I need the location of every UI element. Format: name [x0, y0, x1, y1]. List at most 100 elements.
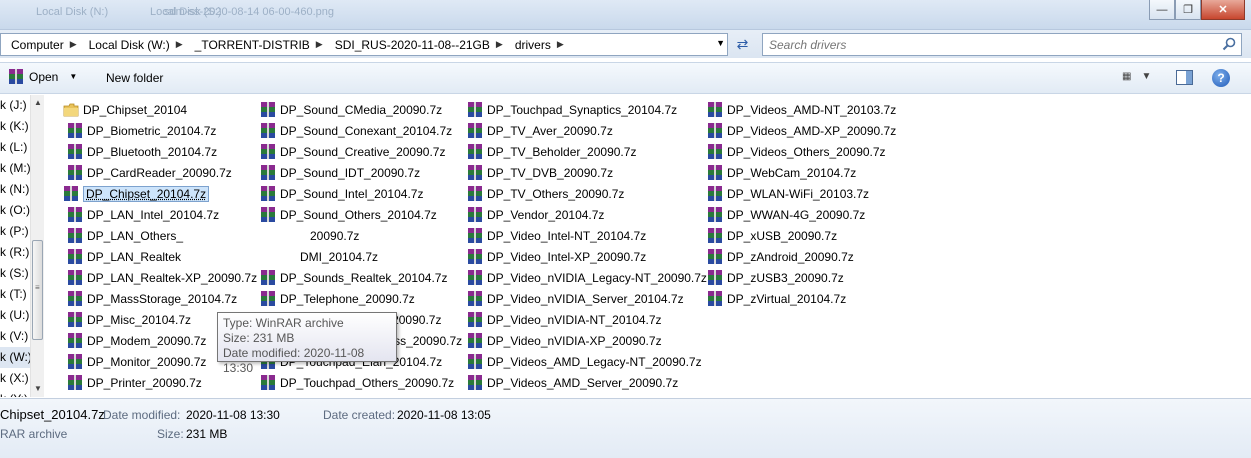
file-item[interactable]: DP_LAN_Intel_20104.7z: [67, 205, 219, 224]
preview-pane-button[interactable]: [1176, 70, 1193, 85]
address-dropdown-icon[interactable]: ▼: [716, 38, 725, 48]
file-item[interactable]: DP_Sound_Others_20104.7z: [260, 205, 437, 224]
file-item[interactable]: DP_LAN_Realtek: [67, 247, 181, 266]
chevron-right-icon[interactable]: ▶: [555, 39, 566, 50]
restore-icon: ❐: [1183, 4, 1193, 16]
chevron-right-icon[interactable]: ▶: [174, 39, 185, 50]
file-item[interactable]: DP_Video_nVIDIA-XP_20090.7z: [467, 331, 662, 350]
minimize-button[interactable]: —: [1149, 0, 1175, 20]
nav-drive-p[interactable]: k (P:): [0, 221, 30, 242]
file-item[interactable]: DP_TV_DVB_20090.7z: [467, 163, 613, 182]
breadcrumb-computer[interactable]: Computer: [1, 38, 68, 52]
file-item[interactable]: DP_Sound_CMedia_20090.7z: [260, 100, 442, 119]
file-item[interactable]: DP_MassStorage_20104.7z: [67, 289, 237, 308]
nav-drive-n[interactable]: k (N:): [0, 179, 30, 200]
file-item[interactable]: DP_WWAN-4G_20090.7z: [707, 205, 865, 224]
file-item[interactable]: DP_TV_Beholder_20090.7z: [467, 142, 636, 161]
chevron-right-icon[interactable]: ▶: [314, 39, 325, 50]
close-button[interactable]: ✕: [1201, 0, 1245, 20]
file-item[interactable]: DP_Video_Intel-NT_20104.7z: [467, 226, 646, 245]
file-item[interactable]: DP_Video_nVIDIA_Legacy-NT_20090.7z: [467, 268, 707, 287]
nav-drive-k[interactable]: k (K:): [0, 116, 30, 137]
file-item[interactable]: DP_Sound_Conexant_20104.7z: [260, 121, 452, 140]
winrar-icon: [9, 69, 23, 84]
winrar-icon: [261, 144, 275, 159]
winrar-icon: [261, 165, 275, 180]
refresh-button[interactable]: ⇄: [731, 34, 754, 55]
file-item-selected[interactable]: DP_Chipset_20104.7z: [63, 184, 210, 203]
file-item[interactable]: DP_Videos_Others_20090.7z: [707, 142, 886, 161]
file-item[interactable]: 20090.7z: [310, 226, 359, 245]
nav-drive-o[interactable]: k (O:): [0, 200, 30, 221]
file-item[interactable]: DP_CardReader_20090.7z: [67, 163, 232, 182]
file-item[interactable]: DP_Misc_20104.7z: [67, 310, 191, 329]
winrar-icon: [68, 312, 82, 327]
file-item[interactable]: DP_WLAN-WiFi_20103.7z: [707, 184, 869, 203]
help-button[interactable]: ?: [1212, 69, 1230, 87]
breadcrumb-local-disk[interactable]: Local Disk (W:): [79, 38, 174, 52]
file-item[interactable]: DP_Monitor_20090.7z: [67, 352, 206, 371]
breadcrumb-drivers[interactable]: drivers: [505, 38, 555, 52]
scrollbar-thumb[interactable]: ≡: [32, 240, 43, 340]
file-item[interactable]: DP_Biometric_20104.7z: [67, 121, 216, 140]
nav-drive-r[interactable]: k (R:): [0, 242, 30, 263]
file-item[interactable]: DP_Sound_Intel_20104.7z: [260, 184, 423, 203]
file-item[interactable]: DP_Videos_AMD-XP_20090.7z: [707, 121, 896, 140]
file-item[interactable]: DP_Sound_Creative_20090.7z: [260, 142, 445, 161]
chevron-down-icon[interactable]: ▼: [69, 72, 77, 81]
file-item[interactable]: DP_Videos_AMD_Server_20090.7z: [467, 373, 678, 392]
file-item[interactable]: DP_zAndroid_20090.7z: [707, 247, 854, 266]
new-folder-button[interactable]: New folder: [106, 71, 163, 85]
folder-item[interactable]: DP_Chipset_20104: [63, 100, 187, 119]
nav-drive-j[interactable]: k (J:): [0, 95, 30, 116]
scroll-down-icon[interactable]: ▼: [34, 384, 42, 393]
file-item[interactable]: DP_Video_nVIDIA-NT_20104.7z: [467, 310, 662, 329]
nav-drive-w[interactable]: k (W:): [0, 347, 30, 368]
file-item[interactable]: DP_Bluetooth_20104.7z: [67, 142, 217, 161]
file-item[interactable]: DP_Telephone_20090.7z: [260, 289, 415, 308]
file-item[interactable]: DP_Video_nVIDIA_Server_20104.7z: [467, 289, 684, 308]
nav-drive-u[interactable]: k (U:): [0, 305, 30, 326]
address-bar[interactable]: Computer ▶ Local Disk (W:) ▶ _TORRENT-DI…: [0, 33, 728, 56]
nav-drive-s[interactable]: k (S:): [0, 263, 30, 284]
chevron-right-icon[interactable]: ▶: [494, 39, 505, 50]
scroll-up-icon[interactable]: ▲: [34, 98, 42, 107]
file-item[interactable]: DP_Videos_AMD_Legacy-NT_20090.7z: [467, 352, 702, 371]
search-icon[interactable]: [1222, 37, 1236, 51]
nav-drive-l[interactable]: k (L:): [0, 137, 30, 158]
file-item[interactable]: DP_zUSB3_20090.7z: [707, 268, 844, 287]
file-item[interactable]: DP_Touchpad_Synaptics_20104.7z: [467, 100, 677, 119]
winrar-icon: [261, 123, 275, 138]
file-item[interactable]: DP_LAN_Others_: [67, 226, 183, 245]
nav-drive-x[interactable]: k (X:): [0, 368, 30, 389]
breadcrumb-torrent-distrib[interactable]: _TORRENT-DISTRIB: [185, 38, 314, 52]
nav-scrollbar[interactable]: ▲ ≡ ▼: [30, 95, 44, 397]
nav-drive-y[interactable]: k (Y:): [0, 389, 30, 397]
file-item[interactable]: DP_Videos_AMD-NT_20103.7z: [707, 100, 896, 119]
file-item[interactable]: DP_TV_Others_20090.7z: [467, 184, 624, 203]
open-button[interactable]: Open ▼: [8, 69, 77, 84]
nav-drive-t[interactable]: k (T:): [0, 284, 30, 305]
file-item[interactable]: DP_Vendor_20104.7z: [467, 205, 604, 224]
file-name: DP_Monitor_20090.7z: [87, 354, 207, 369]
file-item[interactable]: DP_WebCam_20104.7z: [707, 163, 856, 182]
file-item[interactable]: DP_TV_Aver_20090.7z: [467, 121, 613, 140]
file-item[interactable]: DP_Video_Intel-XP_20090.7z: [467, 247, 646, 266]
file-item[interactable]: DP_zVirtual_20104.7z: [707, 289, 846, 308]
file-item[interactable]: DP_xUSB_20090.7z: [707, 226, 837, 245]
search-box[interactable]: [762, 33, 1242, 56]
maximize-button[interactable]: ❐: [1175, 0, 1201, 20]
change-view-button[interactable]: ▦ ▼: [1122, 71, 1151, 82]
file-item[interactable]: DP_Printer_20090.7z: [67, 373, 202, 392]
file-name: DP_Misc_20104.7z: [87, 312, 192, 327]
nav-drive-m[interactable]: k (M:): [0, 158, 30, 179]
search-input[interactable]: [769, 35, 1209, 55]
nav-drive-v[interactable]: k (V:): [0, 326, 30, 347]
file-item[interactable]: DP_Modem_20090.7z: [67, 331, 206, 350]
file-item[interactable]: DMI_20104.7z: [300, 247, 378, 266]
file-item[interactable]: DP_LAN_Realtek-XP_20090.7z: [67, 268, 257, 287]
file-item[interactable]: DP_Sound_IDT_20090.7z: [260, 163, 420, 182]
chevron-right-icon[interactable]: ▶: [68, 39, 79, 50]
breadcrumb-sdi-rus[interactable]: SDI_RUS-2020-11-08--21GB: [325, 38, 494, 52]
file-item[interactable]: DP_Sounds_Realtek_20104.7z: [260, 268, 447, 287]
